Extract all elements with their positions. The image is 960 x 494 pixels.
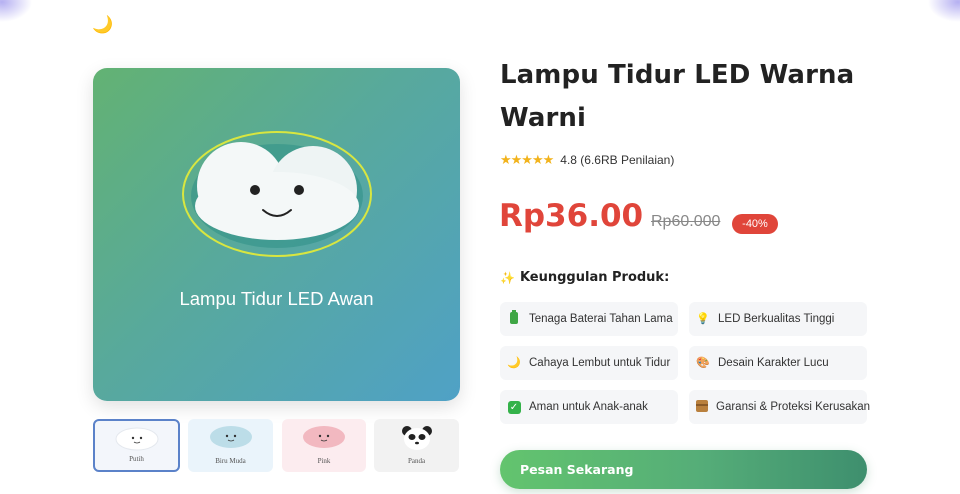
rating-stars: ★★★★★ xyxy=(500,152,554,168)
battery-icon xyxy=(507,310,521,326)
product-rating: ★★★★★ 4.8 (6.6RB Penilaian) xyxy=(500,151,674,169)
panda-thumb xyxy=(401,426,432,450)
current-price: Rp36.00 xyxy=(499,198,644,234)
feature-warranty: Garansi & Proteksi Kerusakan xyxy=(689,390,871,424)
thumbnail-label: Pink xyxy=(317,457,331,465)
feature-label: Tenaga Baterai Tahan Lama xyxy=(529,313,673,325)
moon-icon: 🌙 xyxy=(507,356,521,369)
corner-glow-right xyxy=(928,0,960,22)
bulb-icon: 💡 xyxy=(696,312,710,325)
feature-soft-light: 🌙 Cahaya Lembut untuk Tidur xyxy=(500,346,678,380)
main-image-caption: Lampu Tidur LED Awan xyxy=(179,288,374,309)
thumbnail-biru-muda[interactable]: Biru Muda xyxy=(188,419,273,472)
feature-battery: Tenaga Baterai Tahan Lama xyxy=(500,302,678,336)
check-icon: ✓ xyxy=(507,400,521,414)
thumbnail-label: Biru Muda xyxy=(215,457,246,465)
order-now-button[interactable]: Pesan Sekarang xyxy=(500,450,867,489)
cloud-thumb-blue xyxy=(209,426,252,448)
feature-label: LED Berkualitas Tinggi xyxy=(718,313,835,325)
thumbnail-label: Panda xyxy=(407,457,426,465)
product-title: Lampu Tidur LED Warna Warni xyxy=(500,60,855,133)
feature-label: Cahaya Lembut untuk Tidur xyxy=(529,357,671,369)
palette-icon: 🎨 xyxy=(696,356,710,369)
feature-label: Aman untuk Anak-anak xyxy=(529,401,648,413)
cloud-lamp-illustration xyxy=(182,131,372,257)
features-heading-label: Keunggulan Produk: xyxy=(519,270,670,285)
rating-text: 4.8 (6.6RB Penilaian) xyxy=(560,153,675,167)
sparkle-icon: ✨ xyxy=(500,270,515,285)
original-price: Rp60.000 xyxy=(651,213,721,230)
feature-safe: ✓ Aman untuk Anak-anak xyxy=(500,390,678,424)
corner-glow-left xyxy=(0,0,32,22)
feature-design: 🎨 Desain Karakter Lucu xyxy=(689,346,867,380)
feature-led: 💡 LED Berkualitas Tinggi xyxy=(689,302,867,336)
cloud-thumb-pink xyxy=(303,426,345,448)
thumbnail-label: Putih xyxy=(129,455,144,463)
cloud-thumb-white xyxy=(115,427,158,451)
thumbnail-putih[interactable]: Putih xyxy=(93,419,180,472)
moon-icon[interactable]: 🌙 xyxy=(92,14,113,36)
feature-label: Desain Karakter Lucu xyxy=(718,357,829,369)
thumbnail-pink[interactable]: Pink xyxy=(282,419,366,472)
features-heading: ✨ Keunggulan Produk: xyxy=(500,270,669,285)
box-icon xyxy=(696,400,708,414)
main-product-image: Lampu Tidur LED Awan xyxy=(93,68,460,401)
discount-badge: -40% xyxy=(732,214,778,234)
thumbnail-panda[interactable]: Panda xyxy=(374,419,459,472)
feature-label: Garansi & Proteksi Kerusakan xyxy=(716,401,871,413)
